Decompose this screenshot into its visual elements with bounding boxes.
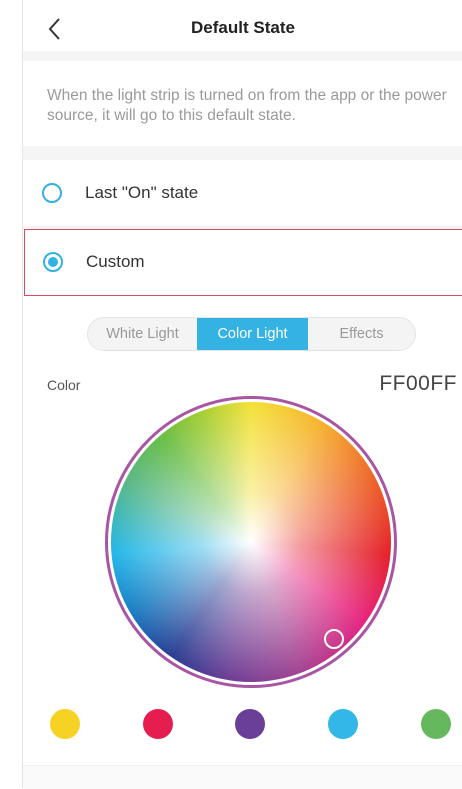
color-label: Color — [47, 377, 81, 393]
mode-tabs: White Light Color Light Effects — [87, 317, 416, 351]
preset-color-purple[interactable] — [235, 709, 265, 739]
divider — [23, 146, 462, 160]
bottom-area — [23, 765, 462, 789]
option-label: Custom — [86, 252, 145, 271]
phone-screen: Default State When the light strip is tu… — [22, 0, 462, 789]
description-text: When the light strip is turned on from t… — [47, 87, 447, 124]
preset-color-blue[interactable] — [328, 709, 358, 739]
color-wheel[interactable] — [111, 402, 391, 682]
option-label: Last "On" state — [85, 183, 199, 202]
preset-color-green[interactable] — [421, 709, 451, 739]
page-title: Default State — [191, 18, 295, 37]
color-picker-handle[interactable] — [324, 629, 344, 649]
preset-color-yellow[interactable] — [50, 709, 80, 739]
option-custom[interactable]: Custom — [24, 229, 462, 296]
radio-dot — [48, 257, 58, 267]
radio-checked[interactable] — [43, 252, 63, 272]
tab-white-light[interactable]: White Light — [88, 318, 197, 350]
preset-color-red[interactable] — [143, 709, 173, 739]
tab-color-light[interactable]: Color Light — [197, 318, 308, 350]
color-wheel-container — [105, 396, 397, 688]
tab-effects[interactable]: Effects — [308, 318, 415, 350]
radio-unchecked[interactable] — [42, 183, 62, 203]
divider — [23, 51, 462, 61]
option-last-on-state[interactable]: Last "On" state — [23, 160, 462, 227]
color-hex-value: FF00FF — [379, 372, 457, 395]
